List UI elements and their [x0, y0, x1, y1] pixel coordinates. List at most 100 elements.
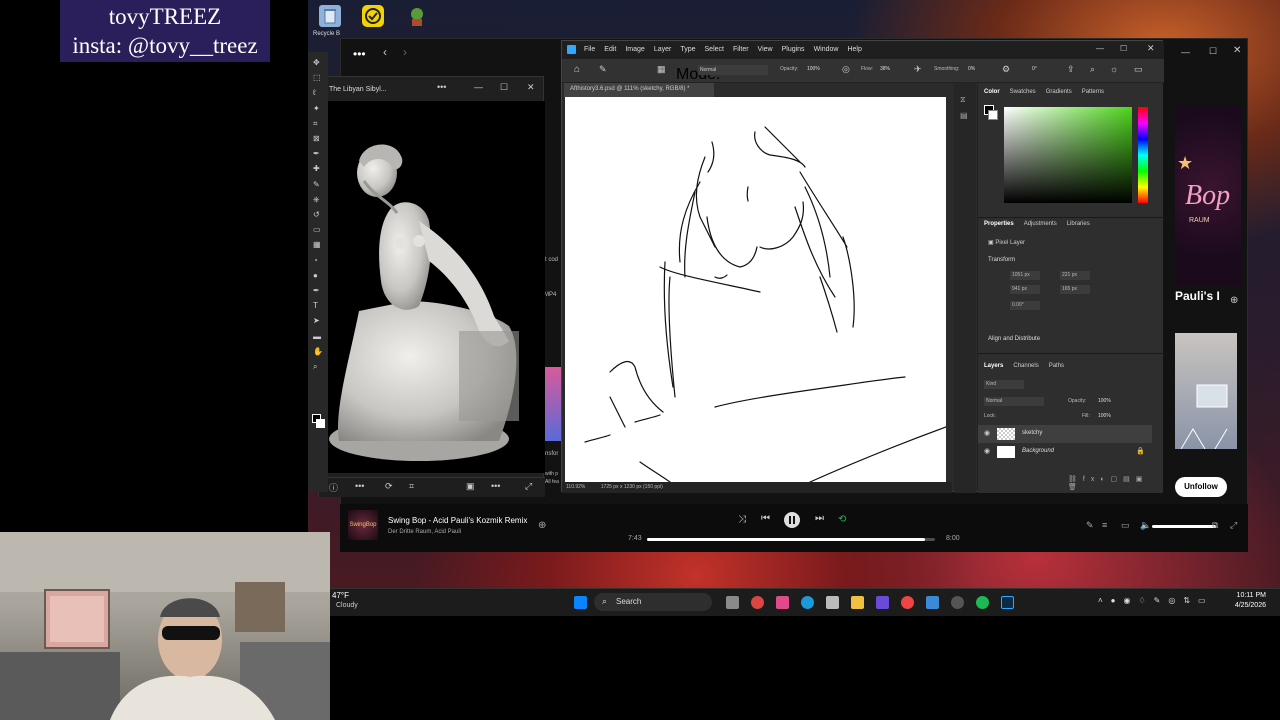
frame-tool-icon[interactable]: ⊠	[313, 134, 320, 143]
taskbar-search[interactable]: ⌕ Search	[594, 593, 712, 611]
flow-value[interactable]: 38%	[880, 66, 890, 72]
expand-icon[interactable]: ⤢	[525, 481, 532, 492]
gear-icon[interactable]: ⚙	[1002, 64, 1010, 75]
ps-menu-item-plugins[interactable]: Plugins	[782, 46, 805, 53]
tab-patterns[interactable]: Patterns	[1082, 89, 1104, 101]
progress-track[interactable]	[647, 538, 935, 541]
tab-adjustments[interactable]: Adjustments	[1024, 221, 1057, 233]
color-picker-field[interactable]	[1004, 107, 1132, 203]
crop-icon[interactable]: ⌗	[409, 481, 414, 492]
weather-temp[interactable]: 47°F	[332, 591, 349, 600]
volume-slider[interactable]	[1152, 525, 1216, 528]
y-field[interactable]: 165 px	[1060, 285, 1090, 294]
previous-icon[interactable]: ⏮	[761, 513, 770, 524]
ps-menu-item-select[interactable]: Select	[705, 46, 724, 53]
store-icon[interactable]	[826, 596, 839, 609]
dodge-tool-icon[interactable]: ●	[313, 271, 318, 280]
photoshop-taskbar-icon[interactable]	[1001, 596, 1014, 609]
task-view-icon[interactable]	[726, 596, 739, 609]
pen-app-icon[interactable]	[876, 596, 889, 609]
system-tray-icons[interactable]: ˄●◉♢✎◎⇅▭	[1098, 596, 1214, 605]
shape-tool-icon[interactable]: ▬	[313, 332, 321, 341]
workspace-icon[interactable]: ▭	[1134, 64, 1143, 75]
layer-row-sketchy[interactable]: ◉ sketchy	[978, 425, 1152, 443]
tab-channels[interactable]: Channels	[1013, 363, 1038, 375]
tab-libraries[interactable]: Libraries	[1067, 221, 1090, 233]
layer-name[interactable]: sketchy	[1022, 430, 1042, 436]
angle-value[interactable]: 0°	[1032, 66, 1037, 72]
ps-minimize-icon[interactable]: —	[1096, 44, 1104, 53]
goblin-game-icon[interactable]	[406, 5, 428, 27]
ps-menu-item-image[interactable]: Image	[625, 46, 644, 53]
share-icon[interactable]: ⇪	[1067, 64, 1075, 75]
checkmark-app-icon[interactable]	[362, 5, 384, 27]
start-icon[interactable]	[574, 596, 587, 609]
ps-maximize-icon[interactable]: ☐	[1120, 44, 1127, 53]
ps-menu-item-file[interactable]: File	[584, 46, 595, 53]
layer-opacity-value[interactable]: 100%	[1098, 398, 1111, 404]
airbrush-icon[interactable]: ✈	[914, 64, 922, 75]
track-artist[interactable]: Der Dritte Raum, Acid Pauli	[388, 529, 461, 535]
viewer-more3-icon[interactable]: •••	[491, 481, 500, 491]
sketch-canvas[interactable]	[565, 97, 947, 483]
height-field[interactable]: 941 px	[1010, 285, 1040, 294]
transform-section[interactable]: Transform	[988, 257, 1015, 263]
maximize-icon[interactable]: ☐	[1209, 46, 1217, 57]
path-select-tool-icon[interactable]: ➤	[313, 316, 320, 325]
pause-button[interactable]	[784, 512, 800, 528]
brush-tool-icon[interactable]: ✎	[599, 64, 607, 75]
crop-tool-icon[interactable]: ⌗	[313, 119, 318, 129]
tab-layers[interactable]: Layers	[984, 363, 1003, 375]
next-icon[interactable]: ⏭	[815, 513, 824, 524]
angle-field[interactable]: 0.00°	[1010, 301, 1040, 310]
copilot-icon[interactable]	[751, 596, 764, 609]
obs-icon[interactable]	[951, 596, 964, 609]
hue-slider[interactable]	[1138, 107, 1148, 203]
document-tab[interactable]: Afthistory3.6.psd @ 111% (sketchy, RGB/8…	[564, 83, 714, 97]
zoom-tool-icon[interactable]: ⌕	[313, 362, 317, 372]
blur-tool-icon[interactable]: ◔	[313, 256, 318, 265]
tab-gradients[interactable]: Gradients	[1046, 89, 1072, 101]
visibility-eye-icon[interactable]: ◉	[984, 447, 990, 455]
slideshow-icon[interactable]: ▣	[466, 481, 475, 492]
background-swatch[interactable]	[988, 110, 998, 120]
now-playing-cover[interactable]: SwingBop	[348, 510, 378, 540]
ps-menu-item-help[interactable]: Help	[847, 46, 861, 53]
tab-swatches[interactable]: Swatches	[1010, 89, 1036, 101]
forward-arrow-icon[interactable]: ›	[403, 45, 407, 59]
devices-icon[interactable]: ▭	[1121, 520, 1130, 531]
pen-tool-icon[interactable]: ✒	[313, 286, 320, 295]
close-icon[interactable]: ✕	[1233, 45, 1241, 56]
tool-background-swatch[interactable]	[316, 419, 325, 428]
quick-select-tool-icon[interactable]: ✦	[313, 104, 320, 113]
viewer-minimize-icon[interactable]: —	[474, 82, 483, 92]
hand-tool-icon[interactable]: ✋	[313, 347, 323, 356]
align-distribute-section[interactable]: Align and Distribute	[988, 336, 1040, 342]
shuffle-icon[interactable]: ⤨	[738, 514, 746, 525]
opacity-value[interactable]: 100%	[807, 66, 820, 72]
clock-time[interactable]: 10:11 PM	[1224, 592, 1266, 599]
comments-icon[interactable]: ▤	[960, 111, 968, 120]
lightbulb-icon[interactable]: ☼	[1110, 64, 1118, 74]
repeat-icon[interactable]: ⟲	[838, 514, 846, 525]
info-icon[interactable]: ⓘ	[329, 481, 338, 494]
visibility-eye-icon[interactable]: ◉	[984, 429, 990, 437]
eraser-tool-icon[interactable]: ▭	[313, 225, 321, 234]
ps-menu-item-window[interactable]: Window	[814, 46, 839, 53]
brush-tool-icon[interactable]: ✎	[313, 180, 320, 189]
ps-menu-item-view[interactable]: View	[758, 46, 773, 53]
queue-icon[interactable]: ≡	[1102, 520, 1107, 530]
volume-icon[interactable]: 🔈	[1140, 520, 1151, 531]
ps-menu-item-layer[interactable]: Layer	[654, 46, 672, 53]
spotify-menu-icon[interactable]: •••	[353, 47, 366, 61]
lyrics-icon[interactable]: ✎	[1086, 520, 1094, 531]
pressure-icon[interactable]: ◎	[842, 64, 850, 75]
recycle-bin-icon[interactable]	[319, 5, 341, 27]
lasso-tool-icon[interactable]: ℓ	[313, 88, 316, 97]
rotate-icon[interactable]: ⟳	[385, 481, 393, 492]
layer-filter-kind[interactable]: Kind	[984, 380, 1024, 389]
fullscreen-icon[interactable]: ⤢	[1230, 520, 1237, 531]
ps-menu-item-edit[interactable]: Edit	[604, 46, 616, 53]
photos-icon[interactable]	[776, 596, 789, 609]
tab-properties[interactable]: Properties	[984, 221, 1014, 233]
